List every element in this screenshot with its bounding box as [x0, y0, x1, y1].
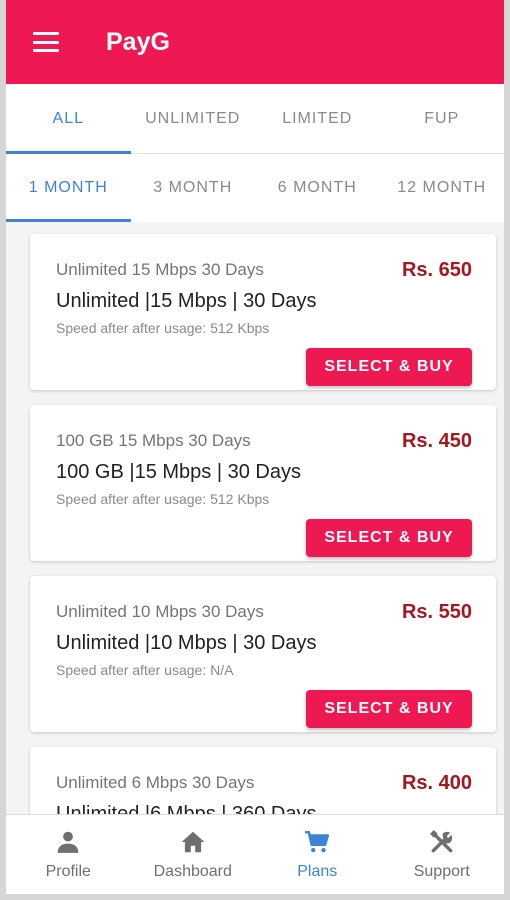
duration-tabs: 1 MONTH 3 MONTH 6 MONTH 12 MONTH [6, 154, 504, 222]
plan-type-tabs: ALL UNLIMITED LIMITED FUP [6, 84, 504, 154]
nav-label: Dashboard [153, 862, 232, 880]
plan-name: Unlimited 15 Mbps 30 Days [56, 260, 264, 279]
person-icon [57, 831, 79, 853]
menu-button[interactable] [6, 0, 86, 84]
speed-note: Speed after after usage: N/A [56, 662, 234, 678]
plan-price: Rs. 450 [401, 430, 472, 452]
plan-price: Rs. 550 [401, 601, 472, 623]
plan-list[interactable]: Unlimited 15 Mbps 30 Days Rs. 650 Unlimi… [6, 222, 504, 814]
select-buy-button[interactable]: SELECT & BUY [306, 519, 472, 557]
plan-detail: Unlimited |6 Mbps | 360 Days [56, 803, 317, 814]
nav-plans[interactable]: Plans [255, 815, 380, 894]
select-buy-button[interactable]: SELECT & BUY [306, 348, 472, 386]
tab-all[interactable]: ALL [6, 84, 131, 154]
plan-card: 100 GB 15 Mbps 30 Days Rs. 450 100 GB |1… [30, 405, 496, 561]
tab-12-month[interactable]: 12 MONTH [380, 154, 505, 222]
nav-label: Support [413, 862, 470, 880]
home-icon [181, 831, 205, 852]
tab-fup[interactable]: FUP [380, 84, 505, 153]
tools-icon [429, 829, 453, 852]
app-frame: PayG ALL UNLIMITED LIMITED FUP 1 MONTH 3… [0, 0, 510, 900]
select-buy-button[interactable]: SELECT & BUY [306, 690, 472, 728]
nav-label: Profile [45, 862, 91, 880]
speed-note: Speed after after usage: 512 Kbps [56, 320, 270, 336]
plan-detail: Unlimited |15 Mbps | 30 Days [56, 290, 317, 312]
plan-price: Rs. 400 [401, 772, 472, 794]
bottom-navigation: Profile Dashboard Plans Support [6, 814, 504, 894]
plan-price: Rs. 650 [401, 259, 472, 281]
plan-card: Unlimited 6 Mbps 30 Days Rs. 400 Unlimit… [30, 747, 496, 814]
plan-name: Unlimited 10 Mbps 30 Days [56, 602, 264, 621]
app-bar: PayG [6, 0, 504, 84]
plan-detail: 100 GB |15 Mbps | 30 Days [56, 461, 301, 483]
hamburger-icon [33, 32, 59, 52]
plan-detail: Unlimited |10 Mbps | 30 Days [56, 632, 317, 654]
tab-unlimited[interactable]: UNLIMITED [131, 84, 256, 153]
app-title: PayG [106, 27, 170, 56]
tab-6-month[interactable]: 6 MONTH [255, 154, 380, 222]
tab-limited[interactable]: LIMITED [255, 84, 380, 153]
plan-card: Unlimited 15 Mbps 30 Days Rs. 650 Unlimi… [30, 234, 496, 390]
nav-label: Plans [297, 862, 338, 880]
cart-icon [305, 830, 330, 852]
plan-name: 100 GB 15 Mbps 30 Days [56, 431, 251, 450]
tab-1-month[interactable]: 1 MONTH [6, 154, 131, 222]
nav-dashboard[interactable]: Dashboard [131, 815, 256, 894]
plan-card: Unlimited 10 Mbps 30 Days Rs. 550 Unlimi… [30, 576, 496, 732]
tab-3-month[interactable]: 3 MONTH [131, 154, 256, 222]
plan-name: Unlimited 6 Mbps 30 Days [56, 773, 255, 792]
speed-note: Speed after after usage: 512 Kbps [56, 491, 270, 507]
nav-profile[interactable]: Profile [6, 815, 131, 894]
nav-support[interactable]: Support [380, 815, 505, 894]
